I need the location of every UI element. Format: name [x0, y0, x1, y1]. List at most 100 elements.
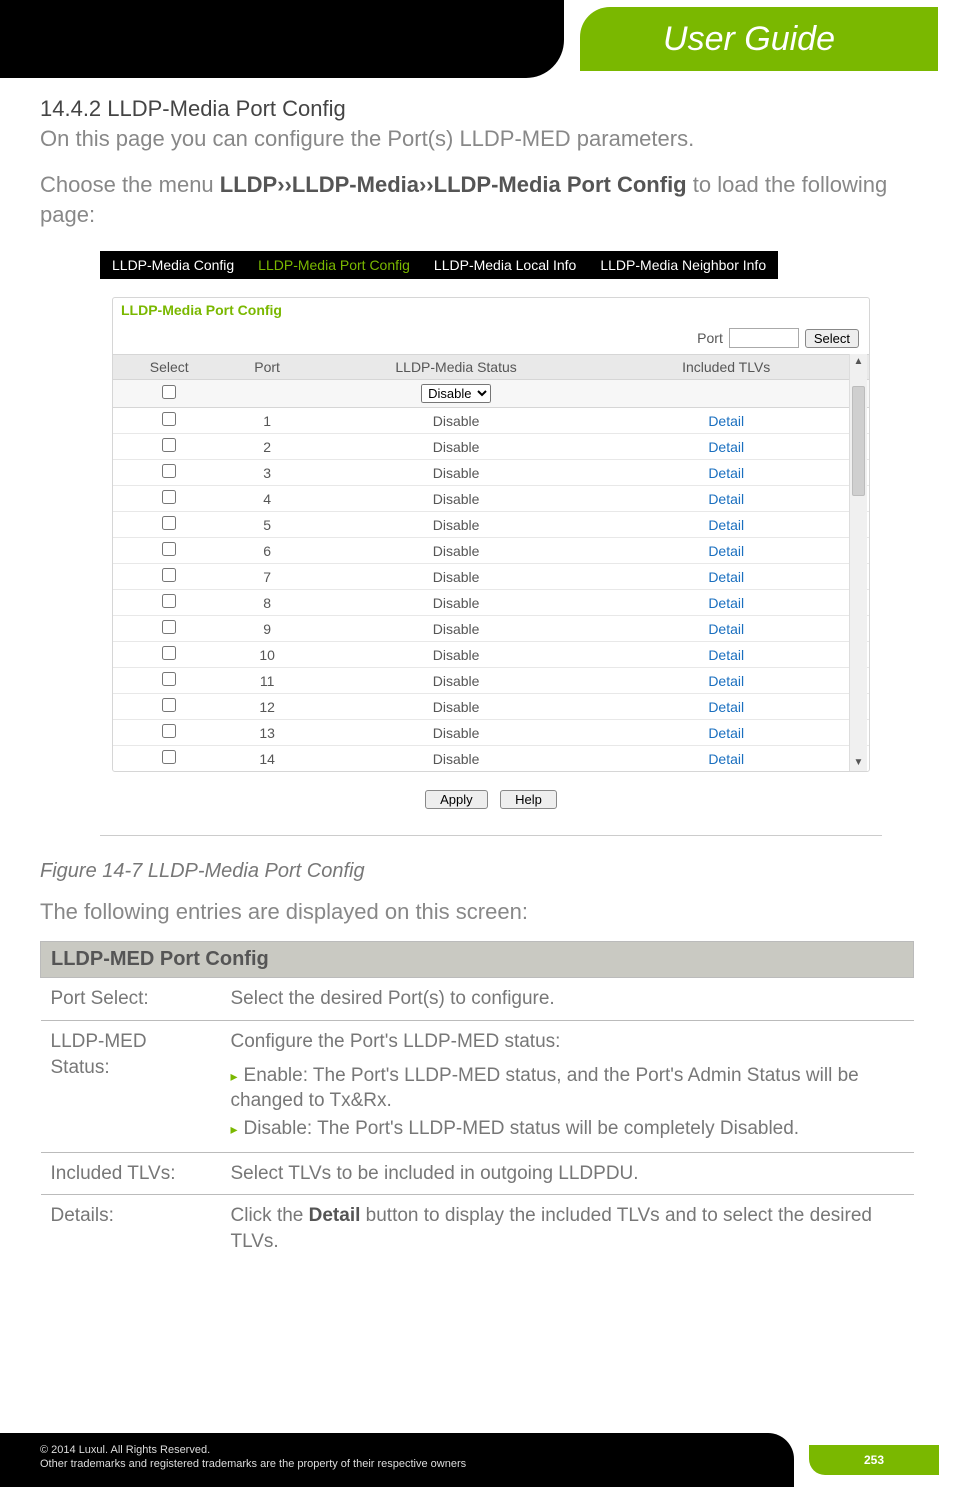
detail-link[interactable]: Detail [708, 465, 744, 481]
table-row: 8Disable Detail [113, 590, 869, 616]
help-button[interactable]: Help [500, 790, 557, 809]
select-button[interactable]: Select [805, 329, 859, 348]
def-desc: Click the Detail button to display the i… [221, 1195, 914, 1263]
table-row: 2DisableDetail [113, 434, 869, 460]
header-black-bar [0, 0, 564, 78]
tab-bar: LLDP-Media Config LLDP-Media Port Config… [100, 251, 882, 279]
detail-link[interactable]: Detail [708, 647, 744, 663]
row-checkbox[interactable] [162, 672, 176, 686]
row-checkbox[interactable] [162, 724, 176, 738]
cell-port: 3 [225, 460, 308, 486]
row-checkbox[interactable] [162, 464, 176, 478]
cell-status: Disable [309, 668, 604, 694]
port-select-row: Port Select [113, 322, 869, 354]
scroll-up-icon[interactable]: ▲ [854, 354, 864, 370]
row-checkbox[interactable] [162, 620, 176, 634]
detail-link[interactable]: Detail [708, 491, 744, 507]
page-content: 14.4.2 LLDP-Media Port Config On this pa… [0, 78, 954, 1263]
detail-link[interactable]: Detail [708, 621, 744, 637]
section-heading: 14.4.2 LLDP-Media Port Config [40, 96, 914, 122]
row-checkbox[interactable] [162, 698, 176, 712]
status-dropdown[interactable]: Disable [421, 384, 491, 403]
cell-port: 4 [225, 486, 308, 512]
cell-port: 6 [225, 538, 308, 564]
cell-port: 14 [225, 746, 308, 772]
def-desc: Configure the Port's LLDP-MED status: En… [221, 1021, 914, 1153]
table-row: 7Disable Detail [113, 564, 869, 590]
cell-status: Disable [309, 746, 604, 772]
scroll-down-icon[interactable]: ▼ [854, 755, 864, 771]
table-row: 13Disable Detail [113, 720, 869, 746]
table-row: 10DisableDetail [113, 642, 869, 668]
def-row: Details: Click the Detail button to disp… [41, 1195, 914, 1263]
apply-button[interactable]: Apply [425, 790, 488, 809]
def-label: Included TLVs: [41, 1152, 221, 1195]
cell-port: 7 [225, 564, 308, 590]
table-body: 1DisableDetail 2DisableDetail 3DisableDe… [113, 408, 869, 772]
port-table: Select Port LLDP-Media Status Included T… [113, 354, 869, 771]
tab-lldp-media-neighbor-info[interactable]: LLDP-Media Neighbor Info [588, 251, 778, 279]
tab-lldp-media-port-config[interactable]: LLDP-Media Port Config [246, 251, 422, 279]
scroll-track[interactable] [850, 370, 867, 755]
cell-status: Disable [309, 720, 604, 746]
footer-copyright: © 2014 Luxul. All Rights Reserved. [40, 1443, 794, 1457]
bullet-item: Enable: The Port's LLDP-MED status, and … [231, 1063, 904, 1114]
detail-link[interactable]: Detail [708, 569, 744, 585]
tab-lldp-media-local-info[interactable]: LLDP-Media Local Info [422, 251, 588, 279]
panel-card-title: LLDP-Media Port Config [113, 298, 869, 322]
row-checkbox[interactable] [162, 750, 176, 764]
header-right: User Guide [564, 0, 954, 78]
tab-lldp-media-config[interactable]: LLDP-Media Config [100, 251, 246, 279]
def-row: Included TLVs: Select TLVs to be include… [41, 1152, 914, 1195]
detail-link[interactable]: Detail [708, 751, 744, 767]
table-row: 11DisableDetail [113, 668, 869, 694]
detail-link[interactable]: Detail [708, 595, 744, 611]
detail-link[interactable]: Detail [708, 439, 744, 455]
row-checkbox[interactable] [162, 542, 176, 556]
scroll-thumb[interactable] [852, 386, 865, 496]
cell-status: Disable [309, 590, 604, 616]
following-text: The following entries are displayed on t… [40, 899, 914, 925]
cell-status: Disable [309, 616, 604, 642]
detail-link[interactable]: Detail [708, 699, 744, 715]
table-row: 3DisableDetail [113, 460, 869, 486]
detail-link[interactable]: Detail [708, 725, 744, 741]
def-desc: Select the desired Port(s) to configure. [221, 978, 914, 1021]
table-row: 1Disable Detail [113, 408, 869, 434]
cell-status: Disable [309, 694, 604, 720]
detail-link[interactable]: Detail [708, 413, 744, 429]
figure-caption: Figure 14-7 LLDP-Media Port Config [40, 860, 914, 883]
cell-status: Disable [309, 408, 604, 434]
cell-port: 8 [225, 590, 308, 616]
cell-status: Disable [309, 512, 604, 538]
cell-port: 1 [225, 408, 308, 434]
cell-status: Disable [309, 564, 604, 590]
cell-port: 12 [225, 694, 308, 720]
definition-table: LLDP-MED Port Config Port Select: Select… [40, 941, 914, 1262]
row-checkbox[interactable] [162, 412, 176, 426]
panel-body: LLDP-Media Port Config Port Select Selec… [100, 279, 882, 835]
menu-path-prefix: Choose the menu [40, 172, 220, 197]
row-checkbox[interactable] [162, 568, 176, 582]
select-all-checkbox[interactable] [162, 385, 176, 399]
row-checkbox[interactable] [162, 594, 176, 608]
def-section-title: LLDP-MED Port Config [41, 942, 914, 978]
detail-link[interactable]: Detail [708, 517, 744, 533]
def-row: Port Select: Select the desired Port(s) … [41, 978, 914, 1021]
panel-card: LLDP-Media Port Config Port Select Selec… [112, 297, 870, 772]
cell-port: 13 [225, 720, 308, 746]
detail-link[interactable]: Detail [708, 543, 744, 559]
table-row: 9Disable Detail [113, 616, 869, 642]
table-row: 5DisableDetail [113, 512, 869, 538]
def-desc-prefix: Click the [231, 1205, 309, 1226]
row-checkbox[interactable] [162, 516, 176, 530]
detail-link[interactable]: Detail [708, 673, 744, 689]
cell-port: 9 [225, 616, 308, 642]
cell-port: 10 [225, 642, 308, 668]
row-checkbox[interactable] [162, 646, 176, 660]
row-checkbox[interactable] [162, 438, 176, 452]
vertical-scrollbar[interactable]: ▲ ▼ [849, 354, 867, 771]
row-checkbox[interactable] [162, 490, 176, 504]
def-desc: Select TLVs to be included in outgoing L… [221, 1152, 914, 1195]
port-input[interactable] [729, 328, 799, 348]
